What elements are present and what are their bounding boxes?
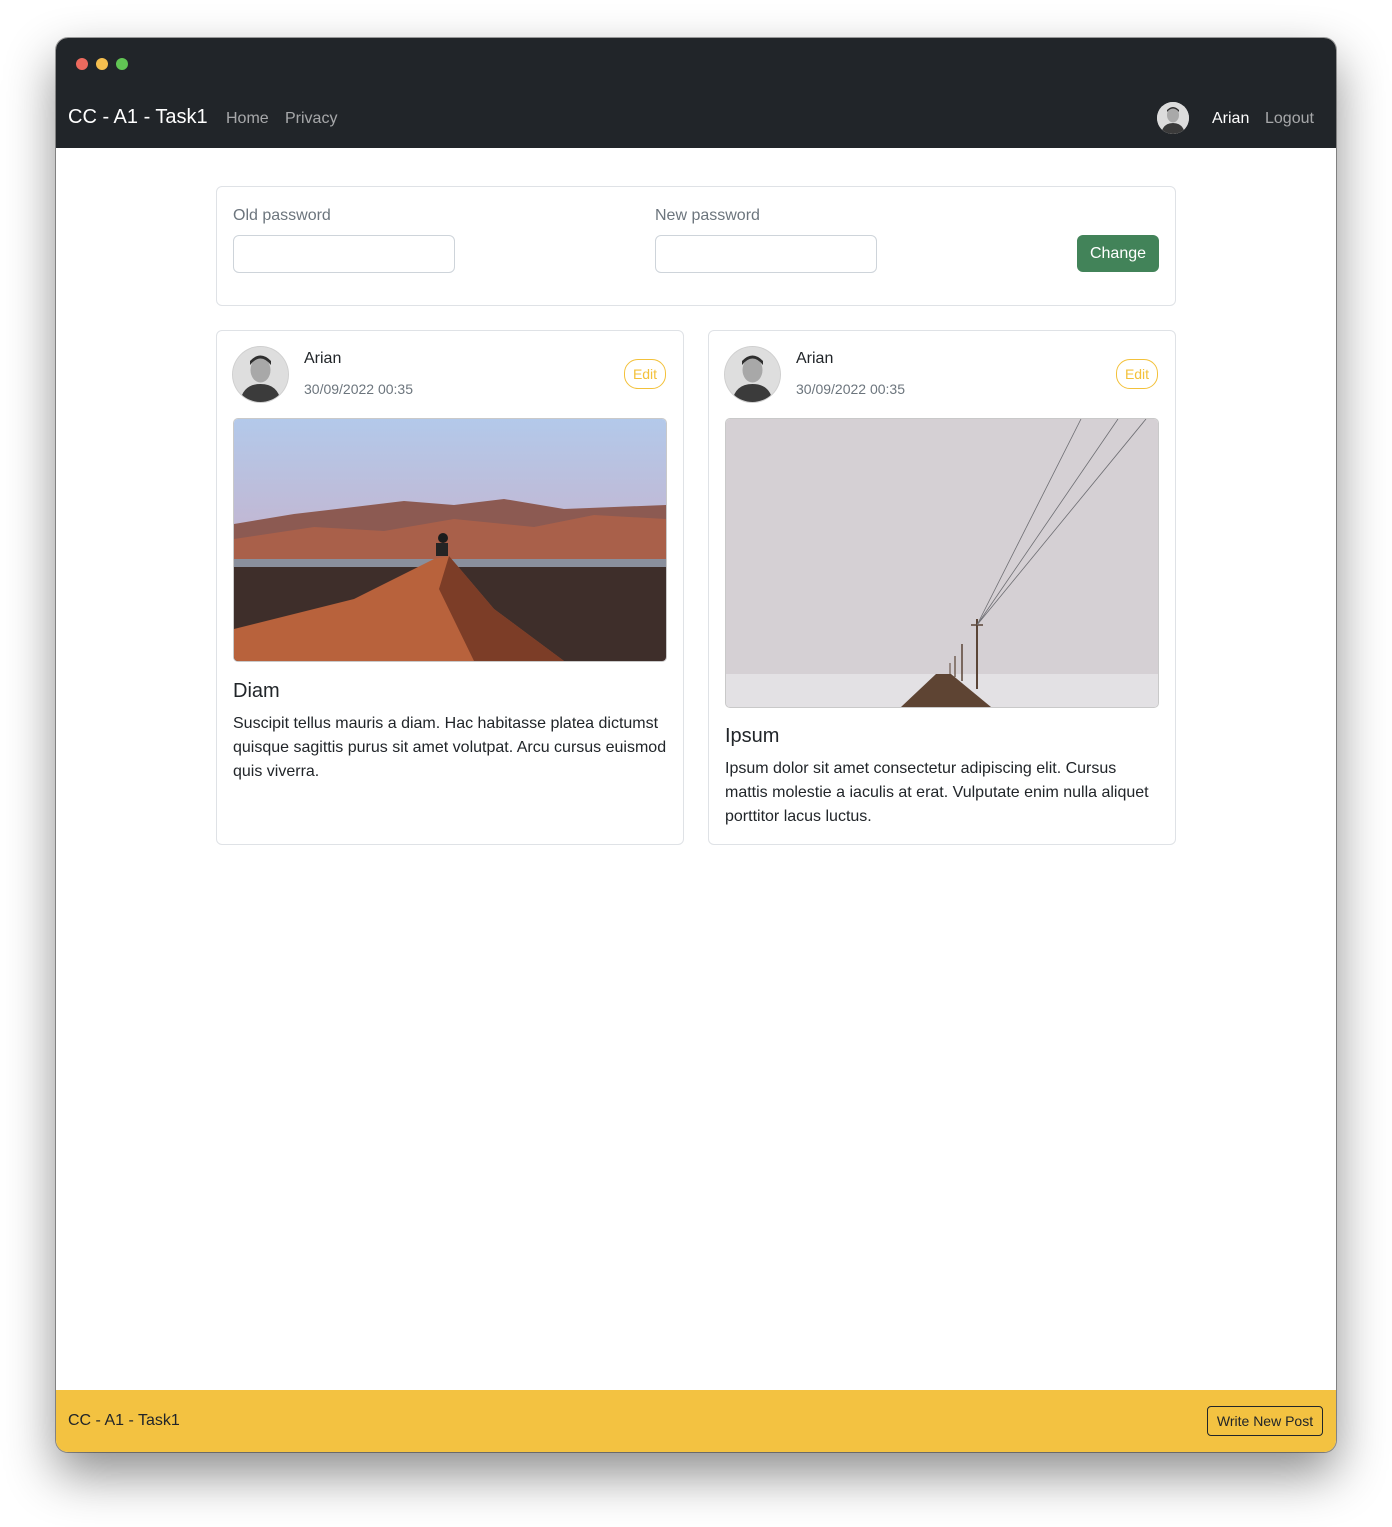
- logout-link[interactable]: Logout: [1265, 110, 1314, 128]
- post-title: Ipsum: [725, 725, 780, 747]
- change-password-card: Old password New password Change: [216, 186, 1176, 306]
- post-image-desert: [233, 418, 667, 662]
- navbar-brand[interactable]: CC - A1 - Task1: [68, 106, 208, 129]
- footer-brand: CC - A1 - Task1: [68, 1412, 180, 1429]
- user-avatar[interactable]: [1157, 102, 1189, 134]
- post-card: Arian 30/09/2022 00:35 Edit Diam Suscipi…: [216, 330, 684, 845]
- user-avatar-icon: [1157, 102, 1189, 134]
- post-date: 30/09/2022 00:35: [304, 381, 413, 397]
- edit-post-button[interactable]: Edit: [1116, 359, 1158, 389]
- minimize-window-button[interactable]: [96, 58, 108, 70]
- post-author: Arian: [304, 350, 342, 367]
- author-avatar: [725, 347, 780, 402]
- new-password-input[interactable]: [655, 235, 877, 273]
- edit-post-button[interactable]: Edit: [624, 359, 666, 389]
- footer: CC - A1 - Task1 Write New Post: [56, 1390, 1336, 1452]
- nav-user-name[interactable]: Arian: [1212, 110, 1249, 128]
- post-body: Ipsum dolor sit amet consectetur adipisc…: [725, 760, 1149, 825]
- post-body: Suscipit tellus mauris a diam. Hac habit…: [233, 715, 667, 780]
- maximize-window-button[interactable]: [116, 58, 128, 70]
- nav-link-privacy[interactable]: Privacy: [285, 110, 337, 128]
- nav-link-home[interactable]: Home: [226, 110, 269, 128]
- old-password-input[interactable]: [233, 235, 455, 273]
- old-password-label: Old password: [233, 207, 331, 224]
- post-image-road: [725, 418, 1159, 708]
- browser-window: CC - A1 - Task1 Home Privacy Arian Logou…: [56, 38, 1336, 1452]
- post-date: 30/09/2022 00:35: [796, 381, 905, 397]
- write-new-post-button[interactable]: Write New Post: [1207, 1406, 1323, 1436]
- author-avatar: [233, 347, 288, 402]
- change-password-button[interactable]: Change: [1077, 235, 1159, 272]
- road-image: [726, 419, 1158, 707]
- post-title: Diam: [233, 680, 280, 702]
- close-window-button[interactable]: [76, 58, 88, 70]
- navbar: CC - A1 - Task1 Home Privacy Arian Logou…: [56, 92, 1336, 148]
- title-bar: [56, 38, 1336, 92]
- author-avatar-icon: [725, 347, 780, 402]
- post-author: Arian: [796, 350, 834, 367]
- post-card: Arian 30/09/2022 00:35 Edit Ipsum Ipsum …: [708, 330, 1176, 845]
- desert-image: [234, 419, 666, 661]
- author-avatar-icon: [233, 347, 288, 402]
- new-password-label: New password: [655, 207, 760, 224]
